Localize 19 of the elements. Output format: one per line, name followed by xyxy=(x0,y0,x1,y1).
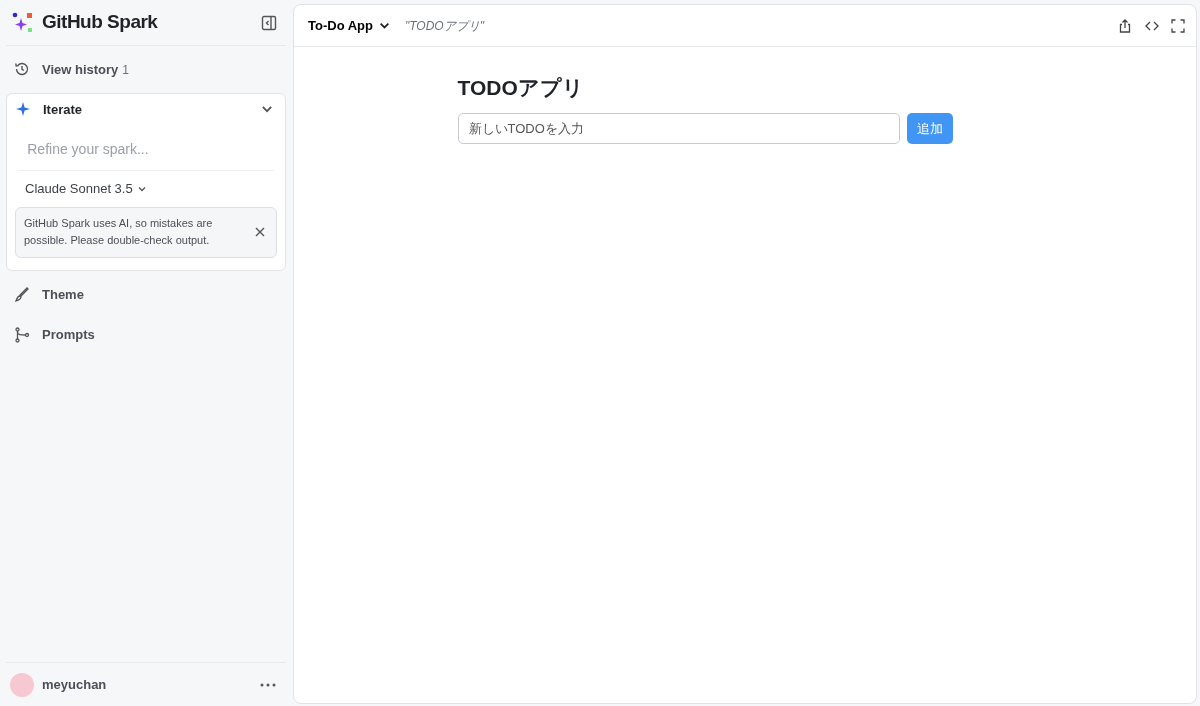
branch-icon xyxy=(14,326,30,343)
history-icon xyxy=(14,61,30,78)
sidebar-item[interactable]: Theme xyxy=(6,274,286,315)
sidebar-item[interactable]: Prompts xyxy=(6,314,286,355)
notice-text: GitHub Spark uses AI, so mistakes are possible. Please double-check output. xyxy=(24,215,214,249)
app-selector[interactable]: To-Do App xyxy=(308,15,391,36)
caret-icon xyxy=(136,184,147,194)
model-selector[interactable]: Claude Sonnet 3.5 xyxy=(15,171,157,207)
app-title: TODOアプリ xyxy=(457,75,585,101)
brand-title: GitHub Spark xyxy=(42,10,158,35)
username: meyuchan xyxy=(42,675,107,694)
brush-icon xyxy=(14,286,30,303)
prompt-text: "TODOアプリ" xyxy=(405,17,484,35)
logo-icon xyxy=(12,11,34,34)
more-icon[interactable] xyxy=(259,682,276,687)
todo-input-field[interactable]: 新しいTODOを入力 xyxy=(457,113,900,145)
iterate-label: Iterate xyxy=(43,100,83,119)
avatar xyxy=(10,672,34,697)
view-history-link[interactable]: View history 1 xyxy=(6,49,286,90)
